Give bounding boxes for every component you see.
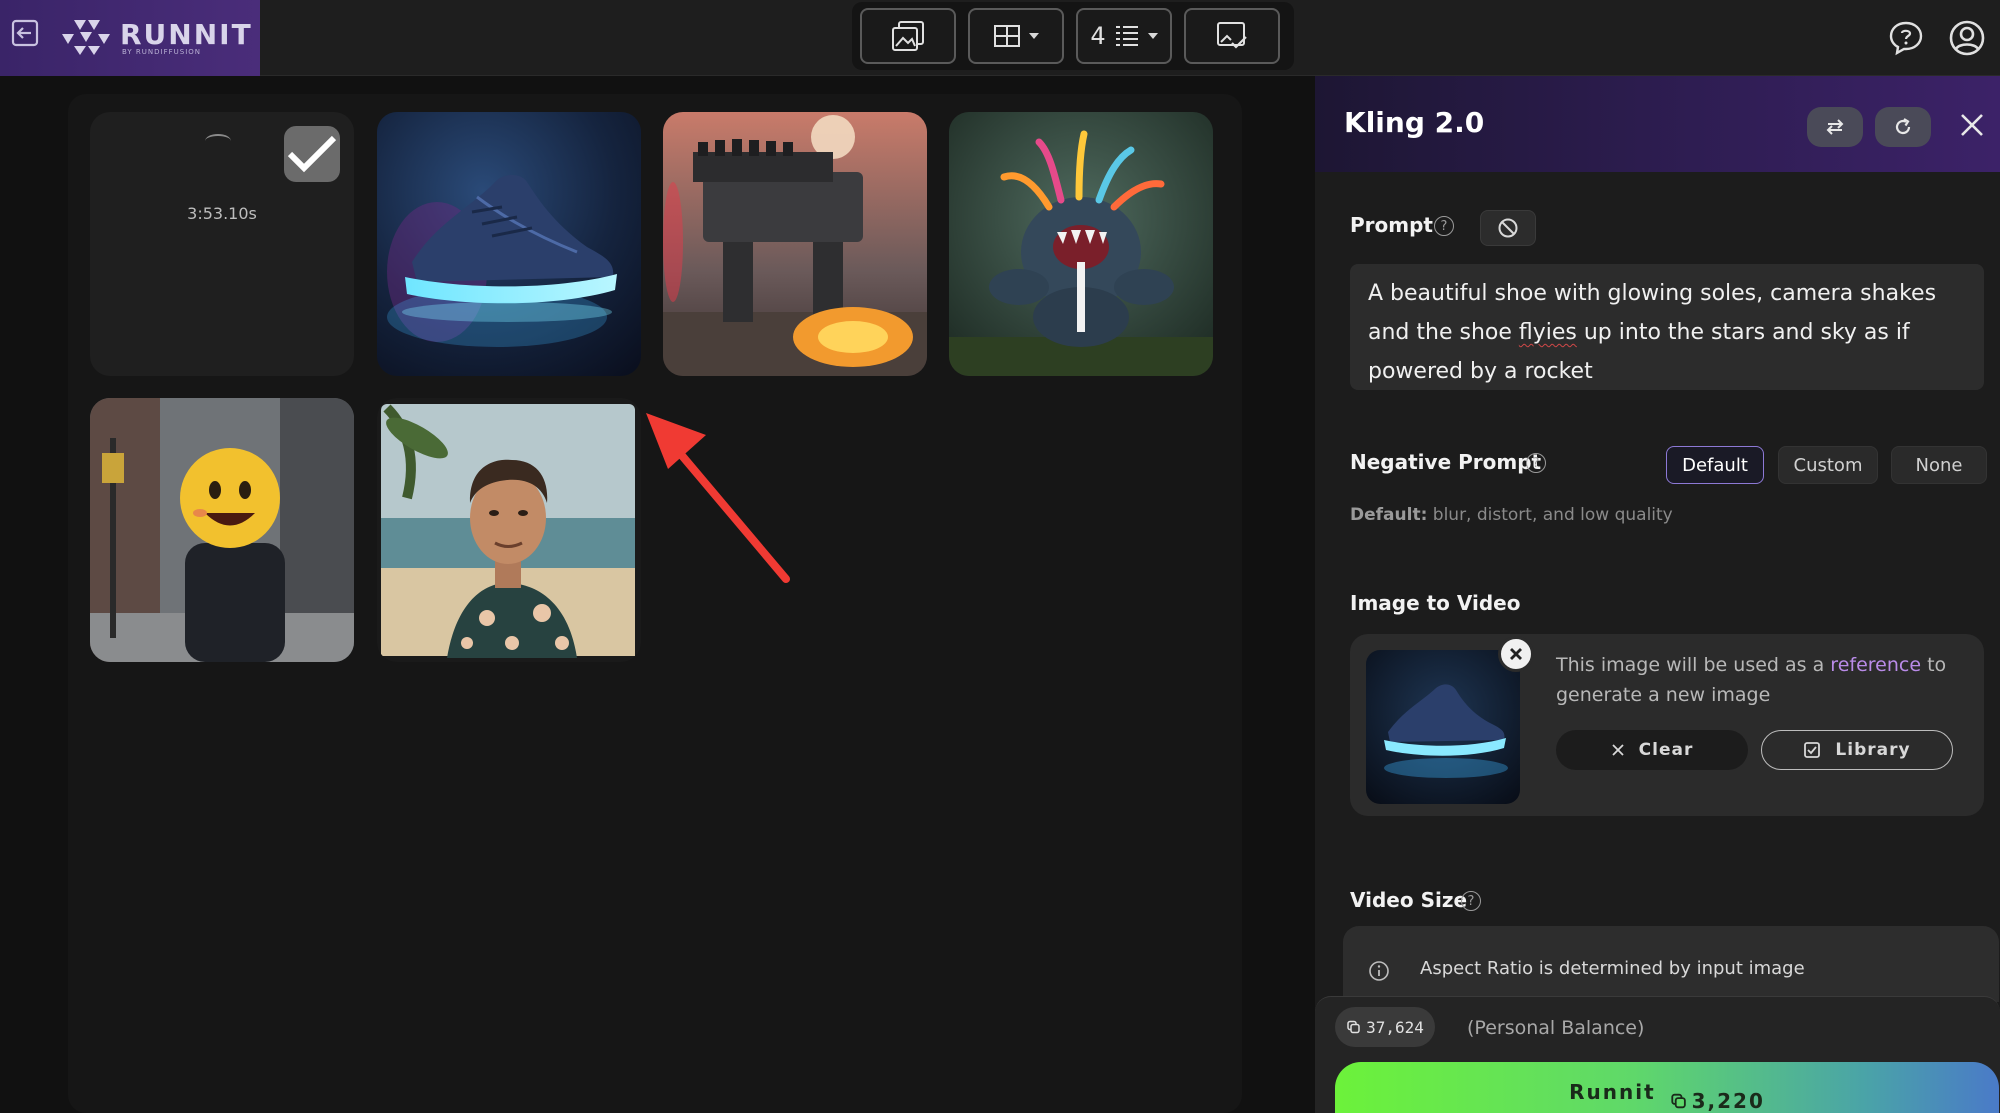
chevron-down-icon <box>1029 33 1039 39</box>
library-button[interactable]: Library <box>1761 730 1953 770</box>
top-bar: RUNNIT BY RUNDIFFUSION 4 <box>0 0 2000 76</box>
image-gallery: 3:53.10s <box>68 94 1242 1113</box>
runnit-cost: 3,220 <box>1670 1080 1765 1113</box>
reference-description: This image will be used as a reference t… <box>1556 650 1966 710</box>
negative-default-prefix: Default: <box>1350 505 1428 525</box>
top-right-actions <box>1888 0 2000 76</box>
library-label: Library <box>1835 740 1911 760</box>
help-chat-icon[interactable] <box>1888 20 1924 56</box>
gallery-view-button[interactable] <box>860 8 956 64</box>
per-row-count-value: 4 <box>1090 22 1106 50</box>
gallery-image-emoji-head[interactable] <box>90 398 354 662</box>
clear-prompt-button[interactable] <box>1480 210 1536 246</box>
prompt-help-icon[interactable]: ? <box>1434 216 1454 236</box>
close-icon[interactable] <box>1959 112 1985 138</box>
image-check-icon <box>1217 22 1247 49</box>
balance-value: 37,624 <box>1366 1017 1424 1037</box>
select-images-button[interactable] <box>1184 8 1280 64</box>
grid-icon <box>994 25 1020 47</box>
image-to-video-label: Image to Video <box>1350 591 1521 615</box>
gallery-image-shoe[interactable] <box>377 112 641 376</box>
aspect-ratio-notice: Aspect Ratio is determined by input imag… <box>1343 926 1999 1002</box>
swap-icon <box>1826 119 1844 135</box>
prompt-label: Prompt <box>1350 213 1433 237</box>
check-icon <box>287 135 337 173</box>
mech-image <box>663 112 927 376</box>
beach-portrait-image <box>377 398 641 662</box>
negative-option-custom[interactable]: Custom <box>1778 446 1878 484</box>
image-to-video-card: This image will be used as a reference t… <box>1350 634 1984 816</box>
exit-icon[interactable] <box>10 18 40 48</box>
gallery-image-creature[interactable] <box>949 112 1213 376</box>
account-icon[interactable] <box>1948 19 1986 57</box>
chevron-down-icon <box>1147 33 1158 39</box>
video-size-help-icon[interactable]: ? <box>1461 891 1481 911</box>
gallery-icon <box>892 21 924 51</box>
runnit-label: Runnit <box>1569 1080 1656 1104</box>
negative-option-default[interactable]: Default <box>1666 446 1764 484</box>
remove-reference-button[interactable] <box>1498 636 1534 672</box>
close-icon <box>1510 648 1522 660</box>
gallery-image-beach-portrait[interactable] <box>377 398 641 662</box>
info-icon <box>1369 961 1389 981</box>
emoji-head-image <box>90 398 354 662</box>
aspect-ratio-text: Aspect Ratio is determined by input imag… <box>1420 958 1805 979</box>
clear-image-button[interactable]: Clear <box>1556 730 1748 770</box>
panel-header: Kling 2.0 <box>1315 76 2000 172</box>
coin-icon <box>1670 1093 1686 1109</box>
loading-spinner <box>205 134 231 148</box>
negative-prompt-label: Negative Prompt <box>1350 450 1542 474</box>
view-toolbar: 4 <box>852 2 1294 70</box>
gallery-image-mech[interactable] <box>663 112 927 376</box>
prompt-misspelled-word: flyies <box>1518 320 1577 345</box>
refresh-icon <box>1895 118 1911 135</box>
ban-icon <box>1498 218 1518 238</box>
brand-name: RUNNIT <box>120 18 253 51</box>
generation-timer: 3:53.10s <box>187 204 257 223</box>
prompt-input[interactable]: A beautiful shoe with glowing soles, cam… <box>1350 264 1984 390</box>
balance-label: (Personal Balance) <box>1467 1017 1645 1039</box>
balance-pill: 37,624 <box>1335 1007 1435 1047</box>
reference-image-thumbnail[interactable] <box>1366 650 1520 804</box>
runnit-cost-value: 3,220 <box>1691 1089 1765 1113</box>
checkbox-icon <box>1804 742 1821 758</box>
list-icon <box>1115 26 1138 46</box>
panel-title: Kling 2.0 <box>1344 106 1485 139</box>
reference-shoe-image <box>1366 650 1520 804</box>
reference-text-start: This image will be used as a <box>1556 654 1831 676</box>
select-checkbox[interactable] <box>284 126 340 182</box>
grid-layout-button[interactable] <box>968 8 1064 64</box>
reset-button[interactable] <box>1875 107 1931 147</box>
brand-area: RUNNIT BY RUNDIFFUSION <box>0 0 260 76</box>
coin-icon <box>1347 1020 1360 1034</box>
run-footer: 37,624 (Personal Balance) Runnit 3,220 <box>1315 996 2000 1113</box>
negative-default-text: blur, distort, and low quality <box>1427 505 1673 525</box>
clear-label: Clear <box>1638 740 1694 760</box>
pending-generation-tile[interactable]: 3:53.10s <box>90 112 354 376</box>
negative-option-none[interactable]: None <box>1891 446 1987 484</box>
swap-model-button[interactable] <box>1807 107 1863 147</box>
reference-link[interactable]: reference <box>1830 654 1921 676</box>
annotation-arrow-icon <box>646 413 790 583</box>
negative-prompt-help-icon[interactable]: ? <box>1526 453 1546 473</box>
video-size-label: Video Size <box>1350 888 1468 912</box>
brand-subtitle: BY RUNDIFFUSION <box>122 48 202 56</box>
creature-image <box>949 112 1213 376</box>
model-settings-panel: Kling 2.0 Prompt ? A beautiful shoe with… <box>1315 76 2000 1113</box>
negative-default-description: Default: blur, distort, and low quality <box>1350 505 1673 525</box>
close-icon <box>1612 744 1624 756</box>
shoe-image <box>377 112 641 376</box>
runnit-button[interactable]: Runnit 3,220 <box>1335 1062 1999 1113</box>
per-row-count-button[interactable]: 4 <box>1076 8 1172 64</box>
runnit-logo-icon <box>62 20 110 55</box>
